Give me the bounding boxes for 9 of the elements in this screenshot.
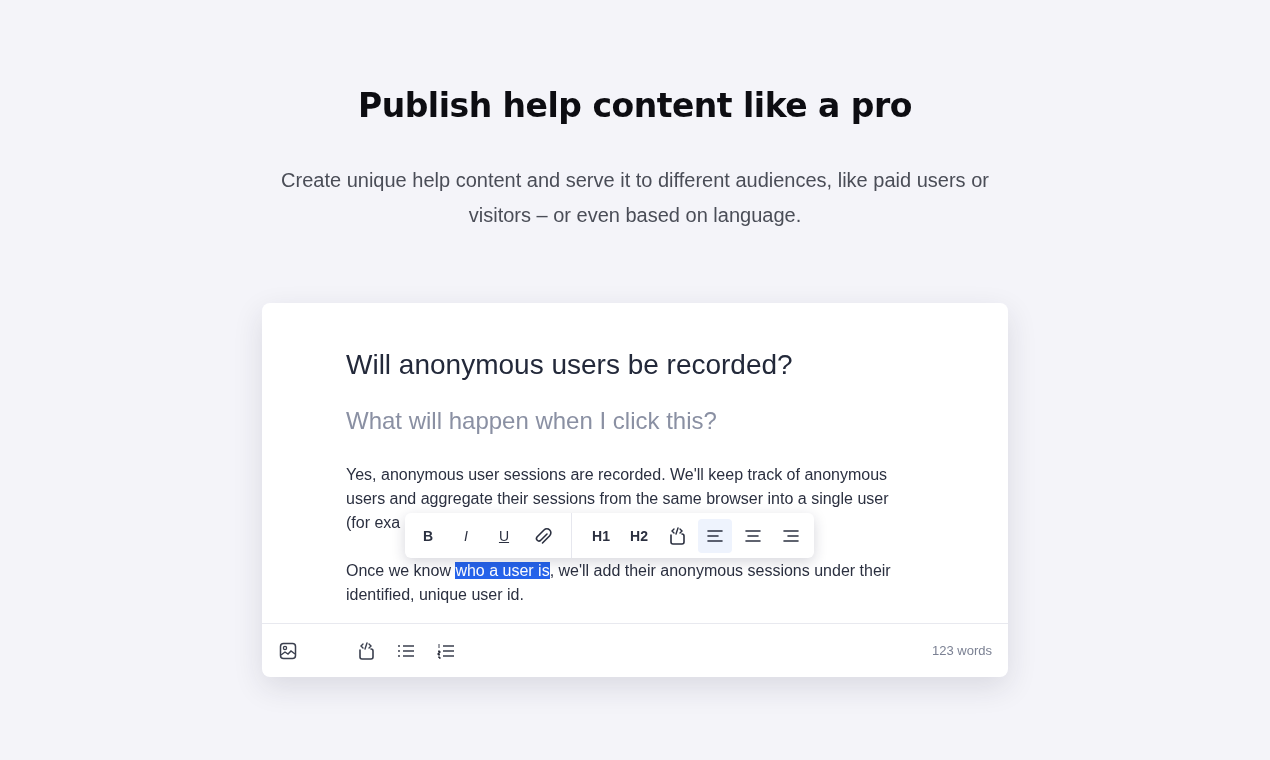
page-subtitle: Create unique help content and serve it to different audiences, like paid users or visitors – or even based on language. [280,168,990,228]
word-count: 123 words [932,643,992,658]
code-block-icon [356,640,376,661]
page-heading: Publish help content like a pro [358,86,912,125]
align-left-button[interactable] [698,518,732,553]
image-icon [278,640,298,661]
article-title[interactable]: Will anonymous users be recorded? [346,349,948,381]
code-block-icon [667,525,687,546]
paragraph: Once we know who a user is, we'll add their anonymous sessions under their identified, unique user id. [346,561,892,605]
